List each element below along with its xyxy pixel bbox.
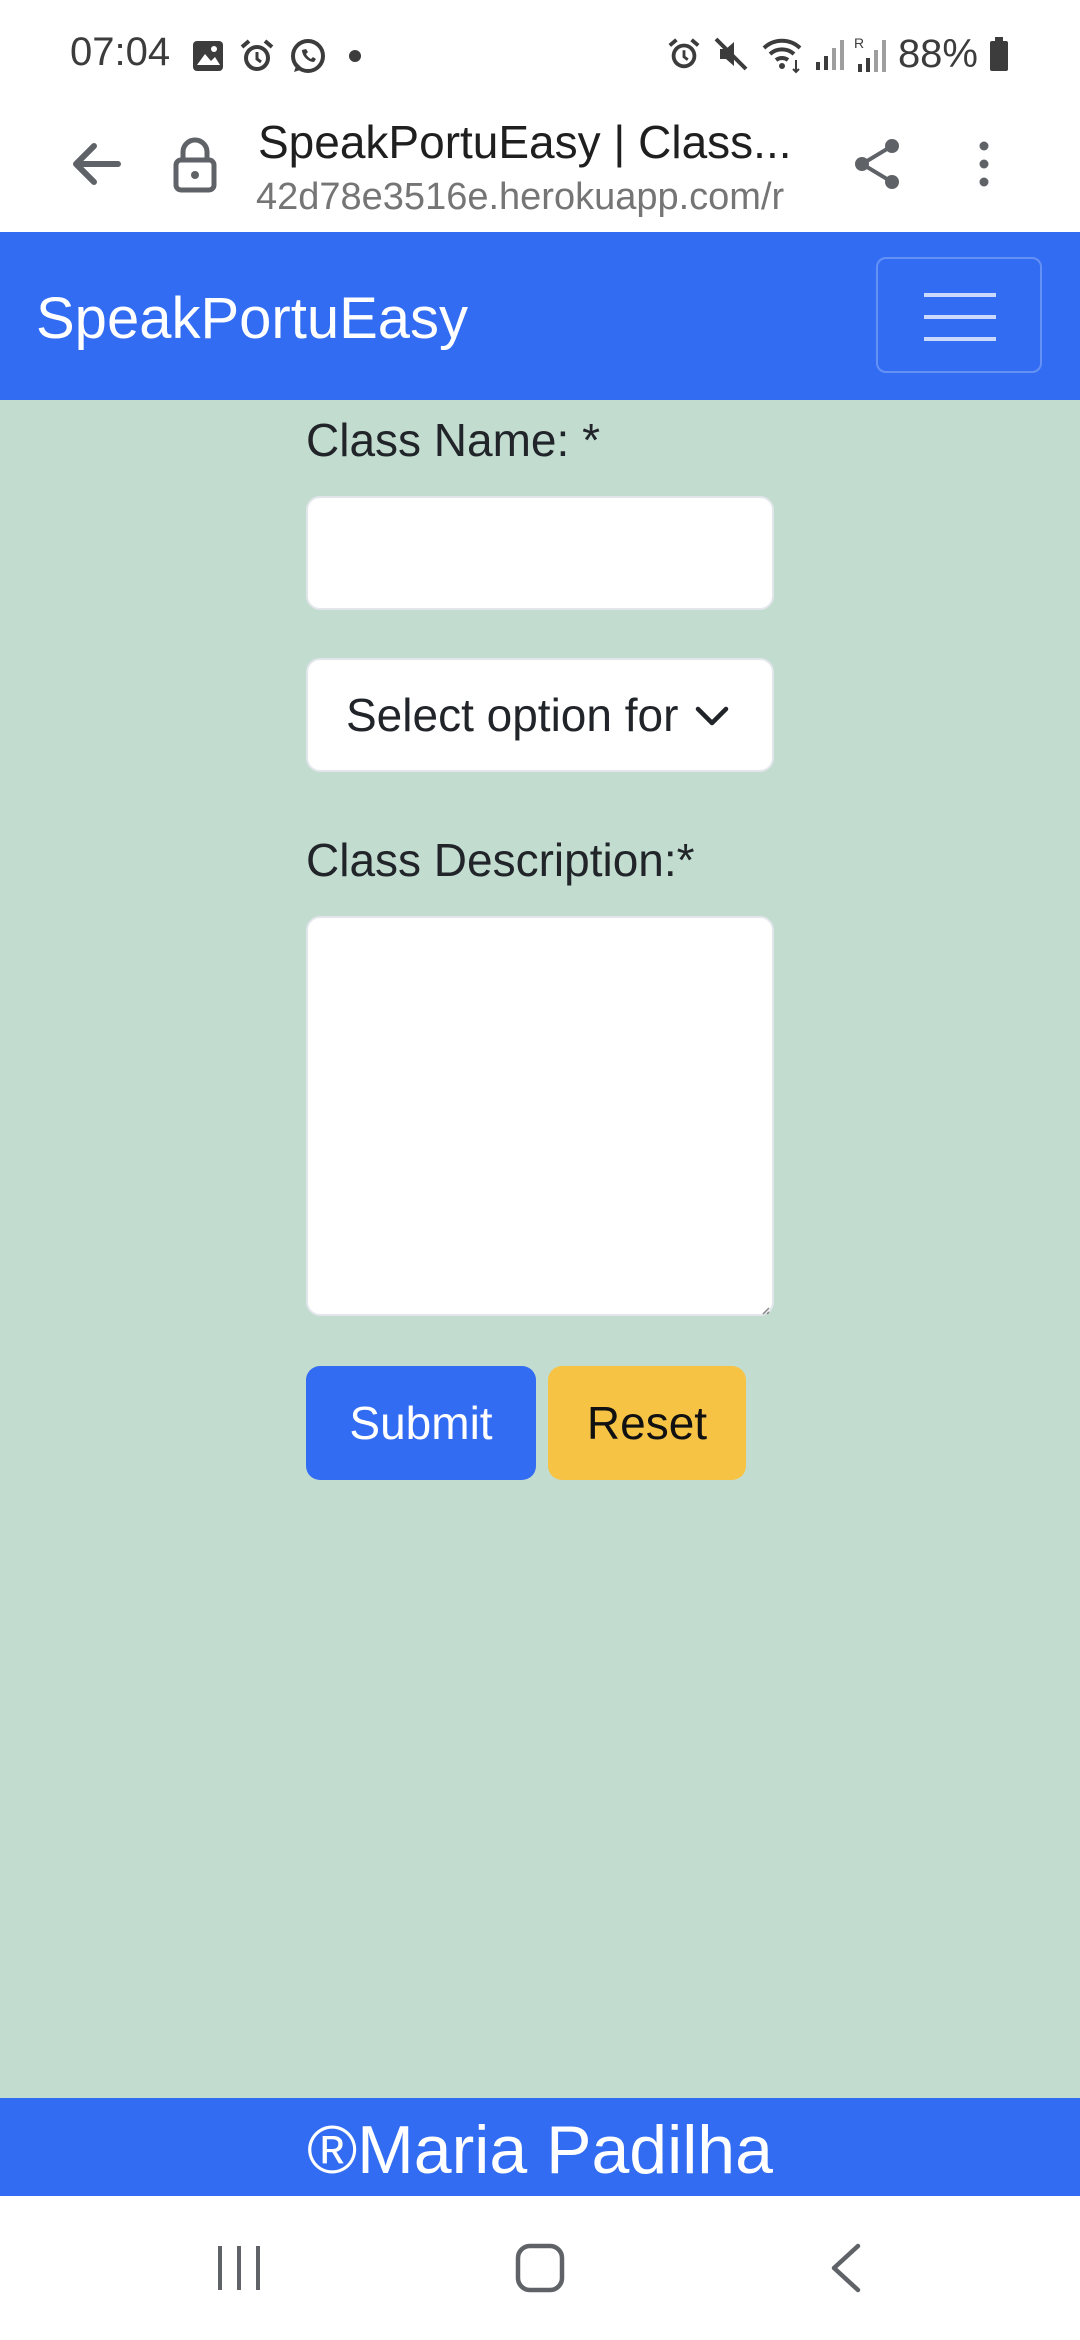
browser-toolbar: SpeakPortuEasy | Class... 42d78e3516e.he… <box>0 112 1080 232</box>
main-content: Class Name: * Select option for Class De… <box>0 400 1080 2098</box>
status-bar: 07:04 R 88% <box>0 0 1080 112</box>
back-nav-icon[interactable] <box>826 2240 866 2296</box>
dot-icon <box>340 41 370 71</box>
hamburger-icon <box>924 337 996 341</box>
alarm-icon <box>238 37 276 75</box>
status-system-icons: R 88% <box>666 32 1010 76</box>
home-icon[interactable] <box>514 2240 566 2296</box>
reset-button[interactable]: Reset <box>548 1366 746 1480</box>
site-navbar: SpeakPortuEasy <box>0 232 1080 400</box>
select-placeholder: Select option for <box>346 689 679 741</box>
more-options-icon[interactable] <box>966 134 1002 194</box>
navbar-brand[interactable]: SpeakPortuEasy <box>36 284 468 354</box>
share-icon[interactable] <box>850 134 906 194</box>
page-title[interactable]: SpeakPortuEasy | Class... <box>258 112 808 172</box>
mute-icon <box>712 35 750 73</box>
navbar-toggler-button[interactable] <box>876 257 1042 373</box>
alarm-icon <box>666 36 702 72</box>
lock-icon[interactable] <box>170 134 220 194</box>
signal-roaming-icon: R <box>854 34 888 74</box>
android-navigation-bar <box>0 2196 1080 2340</box>
class-name-label: Class Name: * <box>306 414 600 466</box>
battery-icon <box>988 36 1010 72</box>
hamburger-icon <box>924 293 996 297</box>
chevron-down-icon <box>694 698 730 734</box>
back-arrow-icon[interactable] <box>68 136 124 192</box>
signal-icon <box>814 36 844 72</box>
class-name-input[interactable] <box>306 496 774 610</box>
site-footer: ®Maria Padilha <box>0 2098 1080 2196</box>
class-description-textarea[interactable] <box>306 916 774 1316</box>
class-description-label: Class Description:* <box>306 834 695 886</box>
hamburger-icon <box>924 315 996 319</box>
whatsapp-icon <box>288 36 328 76</box>
status-notification-icons <box>190 36 370 76</box>
svg-text:R: R <box>854 35 864 51</box>
recent-apps-icon[interactable] <box>214 2242 264 2294</box>
gallery-icon <box>190 38 226 74</box>
status-time: 07:04 <box>70 30 171 74</box>
resize-handle-icon[interactable] <box>760 1302 770 1315</box>
url-bar[interactable]: 42d78e3516e.herokuapp.com/r <box>256 172 804 222</box>
submit-button[interactable]: Submit <box>306 1366 536 1480</box>
wifi-icon <box>760 34 804 74</box>
footer-copyright: ®Maria Padilha <box>307 2112 773 2188</box>
class-option-select[interactable]: Select option for <box>306 658 774 772</box>
battery-percentage: 88% <box>897 31 978 76</box>
